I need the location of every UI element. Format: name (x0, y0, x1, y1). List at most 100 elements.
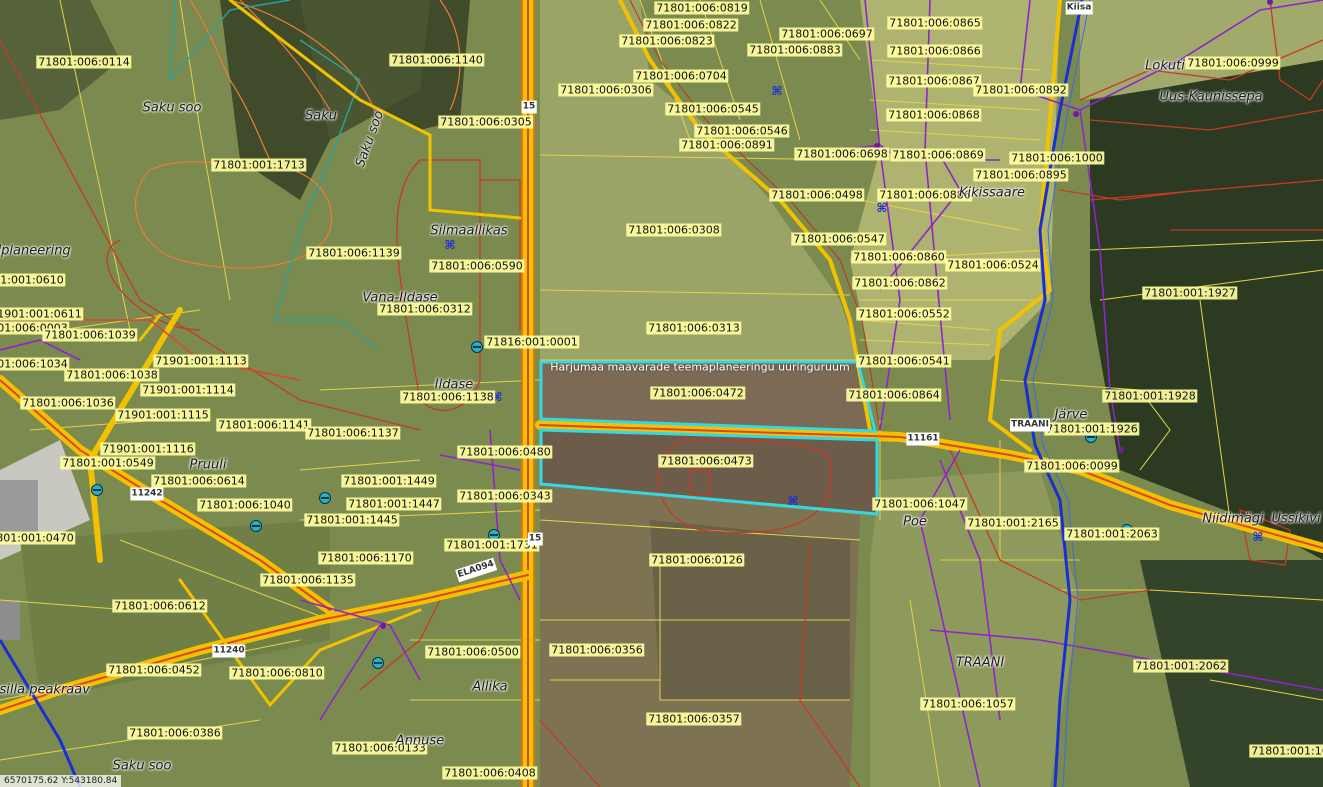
map-feature-label: TRAANI (1010, 418, 1050, 432)
water-well-icon[interactable] (372, 657, 384, 669)
parcel-label: 71801:006:0869 (890, 148, 986, 162)
parcel-label: 71801:006:0547 (791, 232, 887, 246)
place-name: Kikissaare (958, 185, 1026, 201)
parcel-label: 71801:006:0810 (229, 666, 325, 680)
place-name: Poe (903, 514, 927, 530)
place-name: Saku (305, 108, 337, 124)
parcel-label: 71801:006:0498 (769, 188, 865, 202)
parcel-label: 71801:006:0473 (658, 454, 754, 468)
water-well-icon[interactable] (319, 492, 331, 504)
parcel-label: 71801:001:2165 (965, 516, 1061, 530)
parcel-label: 71801:001:1731 (444, 538, 540, 552)
parcel-label: 71801:006:0356 (549, 643, 645, 657)
place-name: Saku soo (142, 100, 202, 116)
parcel-label: 71801:006:0546 (694, 124, 790, 138)
coordinate-value: 6570175.62 Y:543180.84 (4, 776, 118, 786)
road-number: 15 (527, 532, 543, 546)
parcel-label: 71801:006:0819 (654, 1, 750, 15)
heritage-site-icon[interactable]: ⌘ (771, 85, 782, 97)
heritage-site-icon[interactable]: ⌘ (876, 202, 887, 214)
parcel-label: 71801:006:0545 (665, 102, 761, 116)
parcel-label: 71801:001:1445 (304, 513, 400, 527)
place-name: Silmaallikas (430, 223, 508, 239)
parcel-label: 71801:006:0698 (794, 147, 890, 161)
heritage-site-icon[interactable]: ⌘ (444, 239, 455, 251)
place-name: Pruuli (189, 457, 227, 473)
parcel-label: 71801:006:1000 (1009, 151, 1105, 165)
parcel-label: 71801:001:0610 (0, 273, 66, 287)
place-name: Niidimägi (1202, 511, 1264, 527)
parcel-label: 71801:006:0343 (457, 489, 553, 503)
parcel-label: 71801:006:0524 (945, 258, 1041, 272)
parcel-label: 71801:006:0697 (779, 27, 875, 41)
parcel-label: 71801:006:0114 (36, 55, 132, 69)
parcel-label: 71801:006:0305 (438, 115, 534, 129)
road-number: 11242 (130, 487, 164, 501)
parcel-label: 71801:001:0549 (60, 456, 156, 470)
place-name: Allika (472, 679, 508, 695)
parcel-label: 71801:006:0452 (106, 663, 202, 677)
parcel-label: 71801:006:0612 (112, 599, 208, 613)
parcel-label: 71801:001:1927 (1142, 286, 1238, 300)
parcel-label: 71801:001:16 (1249, 744, 1323, 758)
place-name: TRAANI (955, 655, 1005, 671)
parcel-label: 71801:006:0883 (747, 43, 843, 57)
place-name: Annuse (395, 733, 445, 749)
parcel-label: 71801:006:0891 (679, 138, 775, 152)
water-well-icon[interactable] (471, 341, 483, 353)
parcel-label: 71801:006:0357 (646, 712, 742, 726)
parcel-label: 71801:006:0541 (856, 354, 952, 368)
parcel-label: 71801:006:0704 (633, 69, 729, 83)
parcel-label: 71801:001:2063 (1064, 527, 1160, 541)
parcel-label: 71901:001:1116 (100, 442, 196, 456)
parcel-label: 71801:006:1137 (305, 426, 401, 440)
parcel-label: 71801:006:0126 (649, 553, 745, 567)
water-well-icon[interactable] (91, 484, 103, 496)
parcel-label: 71801:006:1047 (872, 497, 968, 511)
parcel-label: 71901:001:0611 (0, 307, 84, 321)
parcel-label: 71801:001:0470 (0, 531, 76, 545)
heritage-site-icon[interactable]: ⌘ (1252, 531, 1263, 543)
place-name: Uus-Kaunissepa (1159, 89, 1263, 105)
parcel-label: 71801:006:0865 (887, 16, 983, 30)
parcel-label: 71901:001:1115 (115, 408, 211, 422)
parcel-label: 71801:001:1713 (211, 158, 307, 172)
parcel-label: 71801:006:0590 (429, 259, 525, 273)
parcel-label: 71801:006:0822 (643, 18, 739, 32)
parcel-label: 71801:006:1036 (20, 396, 116, 410)
parcel-label: 71801:001:1447 (346, 497, 442, 511)
parcel-label: 71801:006:0480 (457, 445, 553, 459)
parcel-label: 71801:006:1039 (42, 328, 138, 342)
place-name: Lokuti (1145, 58, 1185, 74)
map-feature-label: ldplaneering (0, 243, 71, 259)
parcel-label: 71801:006:1038 (64, 368, 160, 382)
parcel-label: 71801:006:0472 (650, 386, 746, 400)
coordinate-readout: 6570175.62 Y:543180.84 (0, 775, 122, 787)
place-name: Vana-Ildase (362, 290, 438, 306)
parcel-label: 71801:006:1141 (216, 418, 312, 432)
parcel-label: 71801:006:0313 (646, 321, 742, 335)
parcel-label: 71801:006:0614 (151, 474, 247, 488)
parcel-label: 71801:006:0386 (127, 726, 223, 740)
map-feature-label: Kurvsilla peakraav (0, 682, 90, 698)
parcel-label: 71801:006:0867 (886, 74, 982, 88)
place-name: Ildase (434, 377, 474, 393)
parcel-label: 71801:006:0408 (442, 766, 538, 780)
parcel-label: 71801:006:0895 (973, 168, 1069, 182)
heritage-site-icon[interactable]: ⌘ (787, 495, 798, 507)
map-feature-label: Kiisa (1065, 1, 1093, 15)
parcel-label: 71801:006:0500 (425, 645, 521, 659)
parcel-label: 71801:006:1170 (318, 551, 414, 565)
map-view[interactable]: ⌘ ⌘ ⌘ ⌘ ⌘ ⌘ 71801:006:0114 71801:006:1140… (0, 0, 1323, 787)
road-number: 11161 (906, 432, 940, 446)
parcel-label: 71801:006:0866 (887, 44, 983, 58)
field-area (650, 520, 850, 700)
water-well-icon[interactable] (250, 520, 262, 532)
study-area-label: Harjumaa maavarade teemaplaneeringu uuri… (550, 360, 850, 374)
parcel-label: 71801:006:1040 (197, 498, 293, 512)
building (0, 600, 20, 640)
parcel-label: 71801:006:0308 (626, 223, 722, 237)
parcel-label: 71801:006:1057 (920, 697, 1016, 711)
parcel-label: 71801:006:1034 (0, 357, 70, 371)
place-name: Ussikivi (1271, 511, 1321, 527)
